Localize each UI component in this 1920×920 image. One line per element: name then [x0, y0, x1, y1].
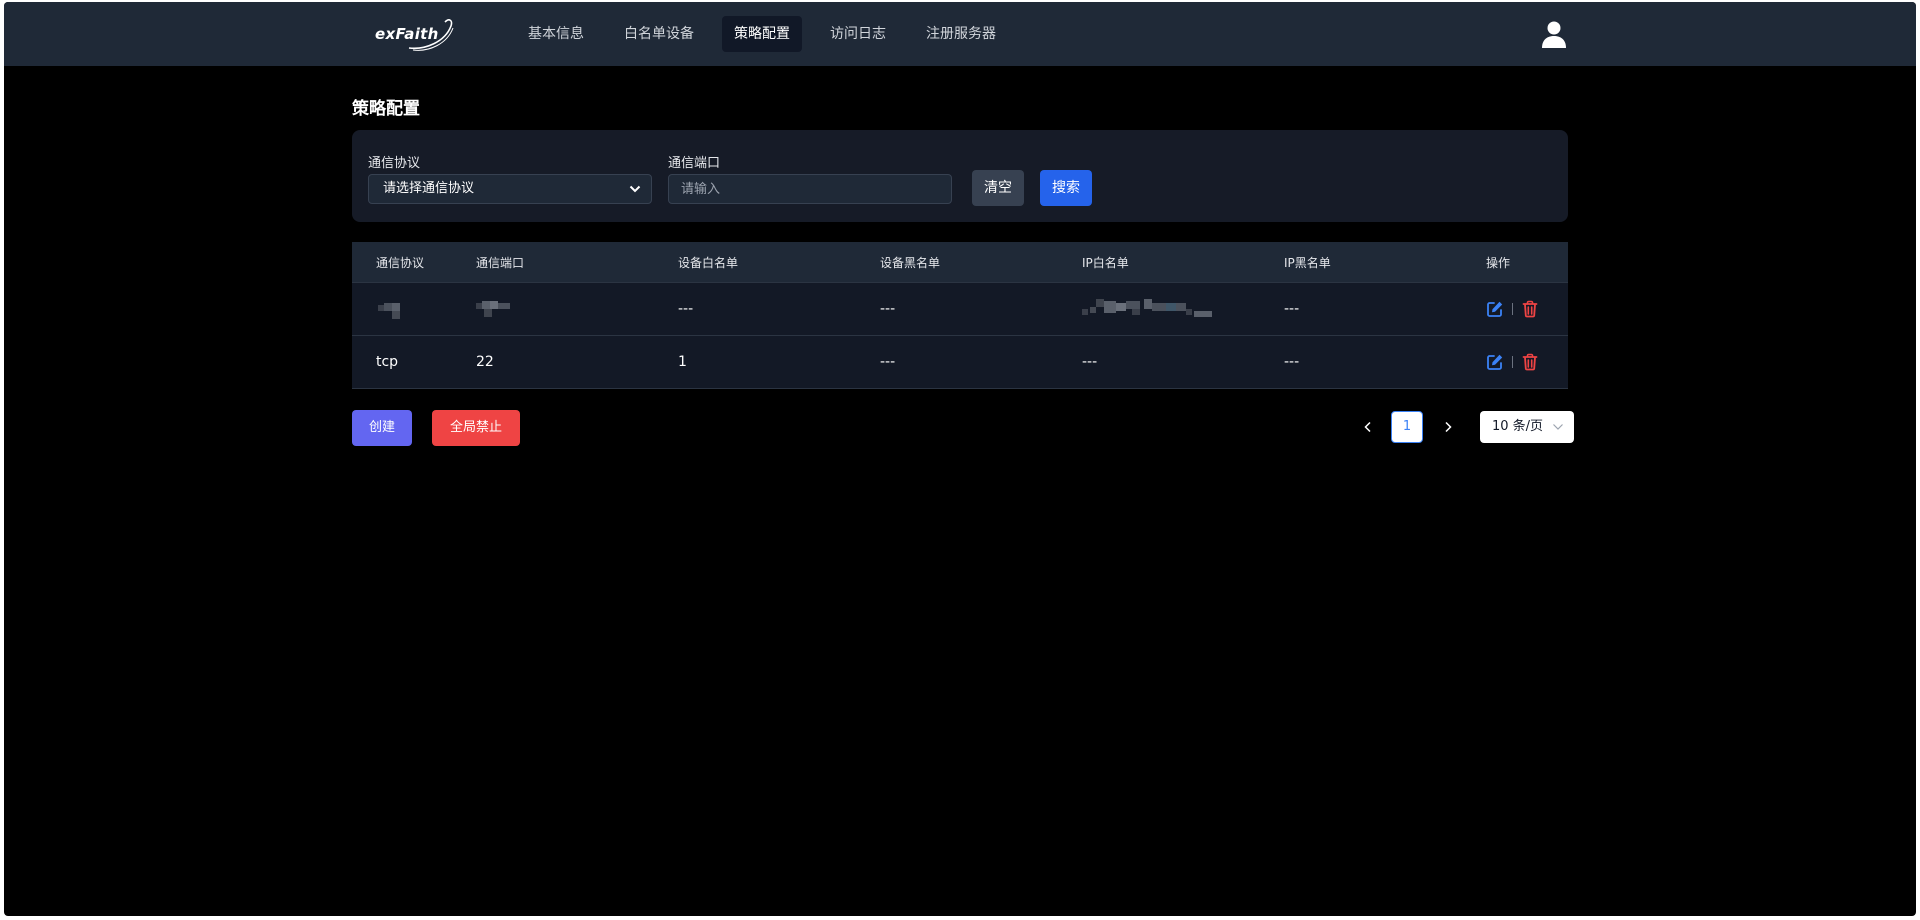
cell-protocol: tcp: [376, 354, 399, 370]
global-ban-button[interactable]: 全局禁止: [432, 410, 520, 446]
cell-port: 22: [476, 354, 494, 370]
nav-item-whitelist-devices[interactable]: 白名单设备: [612, 16, 706, 52]
port-label: 通信端口: [668, 156, 721, 171]
prev-page-button[interactable]: [1354, 411, 1382, 443]
chevron-right-icon: [1445, 421, 1452, 433]
page-size-value: 10 条/页: [1492, 419, 1544, 434]
column-header-ip-blacklist: IP黑名单: [1284, 255, 1331, 270]
cell-actions: [1462, 283, 1568, 335]
logo-swoosh-icon: [408, 19, 454, 51]
create-button[interactable]: 创建: [352, 410, 412, 446]
column-header-ip-whitelist: IP白名单: [1082, 255, 1129, 270]
cell-ip-whitelist: ---: [1082, 354, 1098, 370]
protocol-select[interactable]: 请选择通信协议: [368, 174, 652, 204]
clear-button[interactable]: 清空: [972, 170, 1024, 206]
port-input[interactable]: [668, 174, 952, 204]
cell-device-whitelist: ---: [678, 301, 694, 317]
nav-item-access-log[interactable]: 访问日志: [818, 16, 898, 52]
delete-icon[interactable]: [1521, 300, 1539, 318]
redacted-ip-whitelist: [1082, 299, 1242, 319]
cell-actions: [1462, 336, 1568, 388]
chevron-down-icon: [629, 185, 641, 193]
main-nav: 基本信息 白名单设备 策略配置 访问日志 注册服务器: [516, 16, 1008, 52]
table-row: tcp 22 1 --- --- ---: [352, 336, 1568, 389]
cell-ip-blacklist: ---: [1284, 301, 1300, 317]
cell-ip-whitelist: [1058, 283, 1260, 335]
filter-panel: 通信协议 通信端口 请选择通信协议 清空 搜索: [352, 130, 1568, 222]
nav-item-basic-info[interactable]: 基本信息: [516, 16, 596, 52]
edit-icon[interactable]: [1486, 300, 1504, 318]
column-header-actions: 操作: [1486, 255, 1511, 270]
cell-device-whitelist: 1: [678, 354, 687, 370]
edit-icon[interactable]: [1486, 353, 1504, 371]
search-button[interactable]: 搜索: [1040, 170, 1092, 206]
page-size-select[interactable]: 10 条/页: [1480, 411, 1574, 443]
protocol-label: 通信协议: [368, 156, 421, 171]
column-header-port: 通信端口: [476, 255, 525, 270]
nav-item-policy-config[interactable]: 策略配置: [722, 16, 802, 52]
cell-device-blacklist: ---: [880, 354, 896, 370]
chevron-down-icon: [1553, 424, 1563, 430]
cell-device-blacklist: ---: [880, 301, 896, 317]
action-divider: [1512, 356, 1513, 368]
app-window: exFaith 基本信息 白名单设备 策略配置 访问日志 注册服务器 策略配置 …: [4, 2, 1916, 916]
nav-item-register-server[interactable]: 注册服务器: [914, 16, 1008, 52]
page-number-current[interactable]: 1: [1391, 411, 1423, 443]
cell-protocol: [352, 283, 452, 335]
protocol-select-value: 请选择通信协议: [383, 181, 475, 196]
redacted-protocol: [376, 299, 412, 319]
column-header-protocol: 通信协议: [376, 255, 425, 270]
table-row: --- --- ---: [352, 283, 1568, 336]
user-icon[interactable]: [1540, 19, 1568, 49]
page-title: 策略配置: [352, 99, 420, 119]
chevron-left-icon: [1364, 421, 1371, 433]
next-page-button[interactable]: [1434, 411, 1462, 443]
column-header-device-whitelist: 设备白名单: [678, 255, 739, 270]
redacted-port: [476, 299, 512, 319]
brand-logo[interactable]: exFaith: [369, 16, 469, 54]
delete-icon[interactable]: [1521, 353, 1539, 371]
action-divider: [1512, 303, 1513, 315]
cell-ip-blacklist: ---: [1284, 354, 1300, 370]
cell-port: [452, 283, 654, 335]
column-header-device-blacklist: 设备黑名单: [880, 255, 941, 270]
top-navbar: exFaith 基本信息 白名单设备 策略配置 访问日志 注册服务器: [4, 2, 1916, 66]
table-header: 通信协议 通信端口 设备白名单 设备黑名单 IP白名单 IP黑名单 操作: [352, 242, 1568, 283]
policy-table: 通信协议 通信端口 设备白名单 设备黑名单 IP白名单 IP黑名单 操作 ---…: [352, 242, 1568, 389]
